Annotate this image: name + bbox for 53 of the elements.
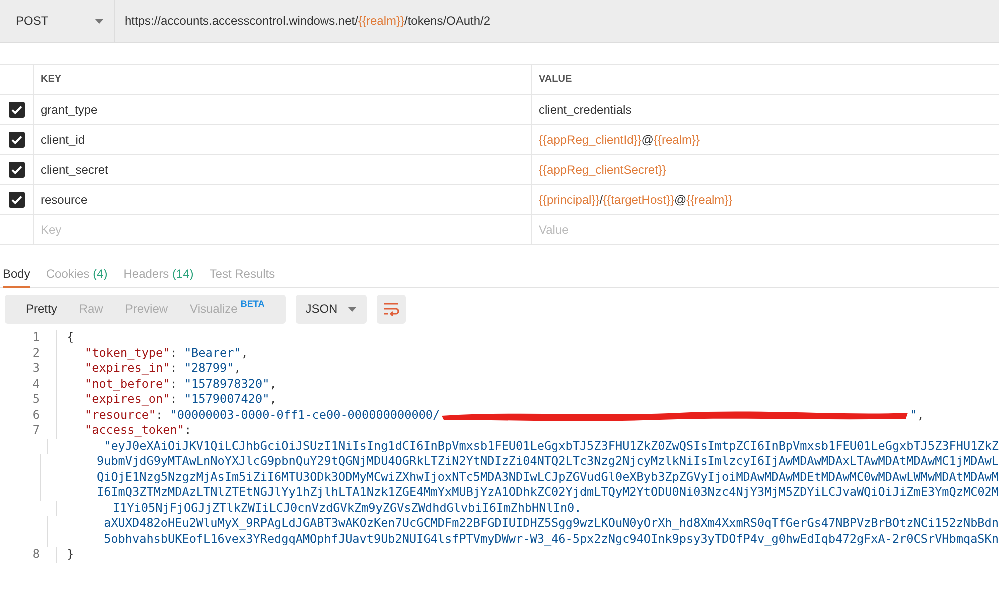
code-line: I6ImQ3ZTMzMDAzLTNlZTEtNGJlYy1hZjlhLTA1Nzk1ZGE4MmYxMUBjYzA1ODhkZC02YjdmLTQyM2YtODU0Ni03Nzc4NjY3MjM5ZDYiLCJvaWQiOiJiZmE3YmQzMC02M: [97, 485, 999, 499]
code-line: "not_before": "1578978320",: [85, 376, 277, 390]
line-number: 4: [32, 376, 41, 392]
code-line: {: [67, 330, 74, 344]
line-number: 1: [32, 330, 41, 346]
code-line: I1Yi05NjFjOGJjZTlkZWIiLCJ0cnVzdGVkZm9yZGVsZWdhdGlvbiI6ImZhbHNlIn0.: [113, 500, 582, 514]
param-key: client_secret: [41, 160, 108, 178]
code-line: "eyJ0eXAiOiJKV1QiLCJhbGciOiJSUzI1NiIsIng1dCI6InBpVmxsb1FEU01LeGgxbTJ5Z3FHU1ZkZ0ZwQSIsImtpZCI6InBpVmxsb1FEU01LeGgxbTJ5Z3FHU1ZkZ: [104, 438, 999, 452]
code-line: }: [67, 547, 74, 561]
wrap-lines-button[interactable]: [376, 294, 406, 324]
line-number: 5: [32, 392, 41, 408]
code-line: "access_token":: [85, 423, 192, 437]
view-mode-tab[interactable]: Visualize BETA: [179, 294, 276, 324]
line-number: 6: [32, 408, 41, 423]
column-header: KEY: [41, 73, 62, 87]
param-key: grant_type: [41, 100, 98, 118]
param-value: {{principal}}/{{targetHost}}@{{realm}}: [539, 192, 733, 208]
code-line: 5obhvahsbUKEofL16vex3YRedgqAMOphfJUavt9Ub2NUIG4lsfPTVmyDWwr-W3_46-5px2zNgc94OInk9psy3yTDOfP4v_g0hwEdIqb472gFxA-2r0CSrVHbmqaSKn: [104, 532, 999, 546]
response-tab[interactable]: Test Results: [210, 261, 276, 288]
response-tab[interactable]: Headers (14): [124, 261, 194, 288]
checkbox[interactable]: [8, 132, 24, 148]
response-tab[interactable]: Body: [3, 261, 30, 288]
view-mode-tab[interactable]: Raw: [68, 294, 114, 324]
key-field[interactable]: Key: [41, 220, 62, 238]
code-line: aXUXD482oHEu2WluMyX_9RPAgLdJGABT3wAKOzKen7UcGCMDFm22BFGDIUIDHZ5Sgg9wzLKOuN0yOrXh_hd8Xm4XxmRS0qTfGerGs47NBPVzBrBOtzNCi152zNbBdn: [104, 516, 999, 530]
wrap-icon: [383, 302, 400, 316]
url-field[interactable]: https://accounts.accesscontrol.windows.net/{{realm}}/tokens/OAuth/2: [115, 0, 491, 42]
caret-icon: [95, 18, 104, 24]
param-value: {{appReg_clientSecret}}: [539, 162, 666, 178]
column-header: VALUE: [539, 73, 572, 87]
line-number: 7: [32, 423, 41, 438]
checkbox[interactable]: [8, 102, 24, 118]
line-number: 8: [32, 547, 41, 562]
checkbox[interactable]: [8, 192, 24, 208]
code-line: 9ubmVjdG9yMTAwLnNoYXJlcG9pbnQuY29tQGNjMDU4OGRkLTZiN2YtNDIzZi04NTQ2LTc3Nzg2NjcyMzlkNiIsImlzcyI6IjAwMDAwMDAxLTAwMDAtMDAwMC1jMDAwL: [97, 454, 999, 468]
code-line: QiOjE1Nzg5NzgzMjAsIm5iZiI6MTU3ODk3ODMyMCwiZXhwIjoxNTc5MDA3NDIwLCJpZGVudGl0eXByb3ZpZGVyIjoiMDAwMDAwMDEtMDAwMC0wMDAwLWMwMDAtMDAwM: [97, 470, 999, 484]
code-line: "token_type": "Bearer",: [85, 346, 248, 360]
param-value: client_credentials: [539, 102, 632, 118]
view-mode-tab[interactable]: Pretty: [15, 294, 68, 324]
line-number: 2: [32, 346, 41, 361]
caret-icon: [348, 306, 357, 312]
code-line: "resource": "00000003-0000-0ff1-ce00-000000000000/ ",: [85, 408, 924, 422]
line-number: 3: [32, 361, 41, 376]
param-key: client_id: [41, 130, 86, 148]
code-line: "expires_in": "28799",: [85, 361, 242, 375]
code-line: "expires_on": "1579007420",: [85, 392, 277, 406]
view-mode-tab[interactable]: Preview: [114, 294, 180, 324]
format-dropdown[interactable]: JSON: [296, 294, 367, 324]
checkbox[interactable]: [8, 162, 24, 178]
response-tab[interactable]: Cookies (4): [46, 261, 108, 288]
param-value: {{appReg_clientId}}@{{realm}}: [539, 132, 700, 148]
param-key: resource: [41, 190, 88, 208]
value-field[interactable]: Value: [539, 220, 569, 238]
